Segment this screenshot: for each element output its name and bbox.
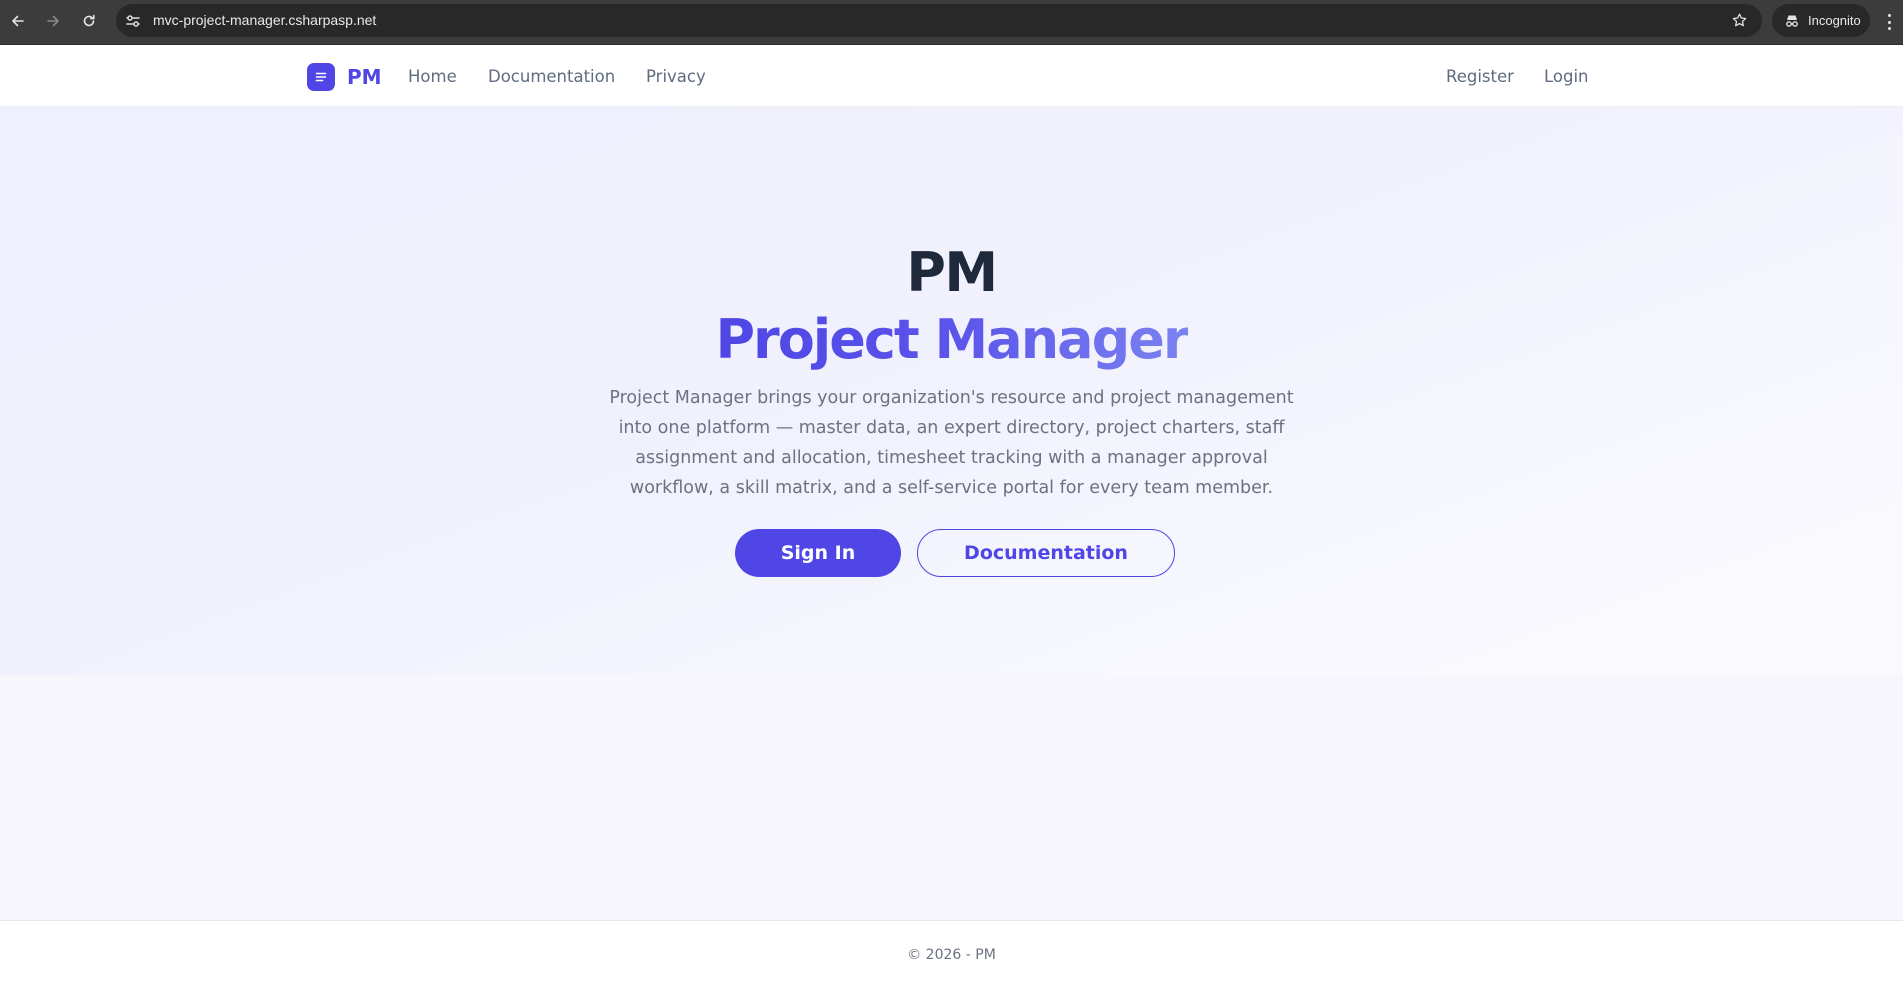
hero-description: Project Manager brings your organization… xyxy=(609,388,1294,498)
hero-section: PM Project Manager Project Manager bring… xyxy=(0,107,1903,676)
nav-link-login[interactable]: Login xyxy=(1544,63,1589,91)
back-button[interactable] xyxy=(6,9,30,33)
nav-link-home[interactable]: Home xyxy=(408,63,457,91)
brand-link[interactable]: PM xyxy=(307,63,382,91)
arrow-right-icon xyxy=(47,15,59,27)
browser-toolbar: mvc-project-manager.csharpasp.net Incogn… xyxy=(0,0,1903,45)
incognito-badge[interactable]: Incognito xyxy=(1772,4,1870,37)
tune-icon[interactable] xyxy=(124,12,142,30)
kebab-menu-icon[interactable] xyxy=(1886,12,1892,32)
hero-subtitle: Project Manager xyxy=(0,305,1903,375)
hero-title: PM xyxy=(906,241,998,304)
reload-button[interactable] xyxy=(77,9,101,33)
incognito-label: Incognito xyxy=(1808,13,1861,28)
nav-link-register[interactable]: Register xyxy=(1446,63,1514,91)
site-navbar: PM Home Documentation Privacy Register L… xyxy=(0,45,1903,107)
reload-icon xyxy=(83,14,95,27)
address-bar[interactable]: mvc-project-manager.csharpasp.net xyxy=(116,4,1762,37)
arrow-left-icon xyxy=(12,15,24,27)
forward-button[interactable] xyxy=(41,9,65,33)
nav-link-privacy[interactable]: Privacy xyxy=(646,63,706,91)
star-icon[interactable] xyxy=(1731,12,1748,29)
documentation-button[interactable]: Documentation xyxy=(917,529,1175,577)
page-footer: © 2026 - PM xyxy=(0,920,1903,986)
url-text[interactable]: mvc-project-manager.csharpasp.net xyxy=(153,4,376,37)
nav-link-documentation[interactable]: Documentation xyxy=(488,63,615,91)
incognito-icon xyxy=(1786,15,1798,27)
menu-lines-icon xyxy=(307,63,335,91)
sign-in-button[interactable]: Sign In xyxy=(735,529,901,577)
copyright-text: © 2026 - PM xyxy=(907,947,996,963)
hero-subtitle-text: Project Manager xyxy=(715,308,1189,371)
brand-name: PM xyxy=(347,65,382,89)
